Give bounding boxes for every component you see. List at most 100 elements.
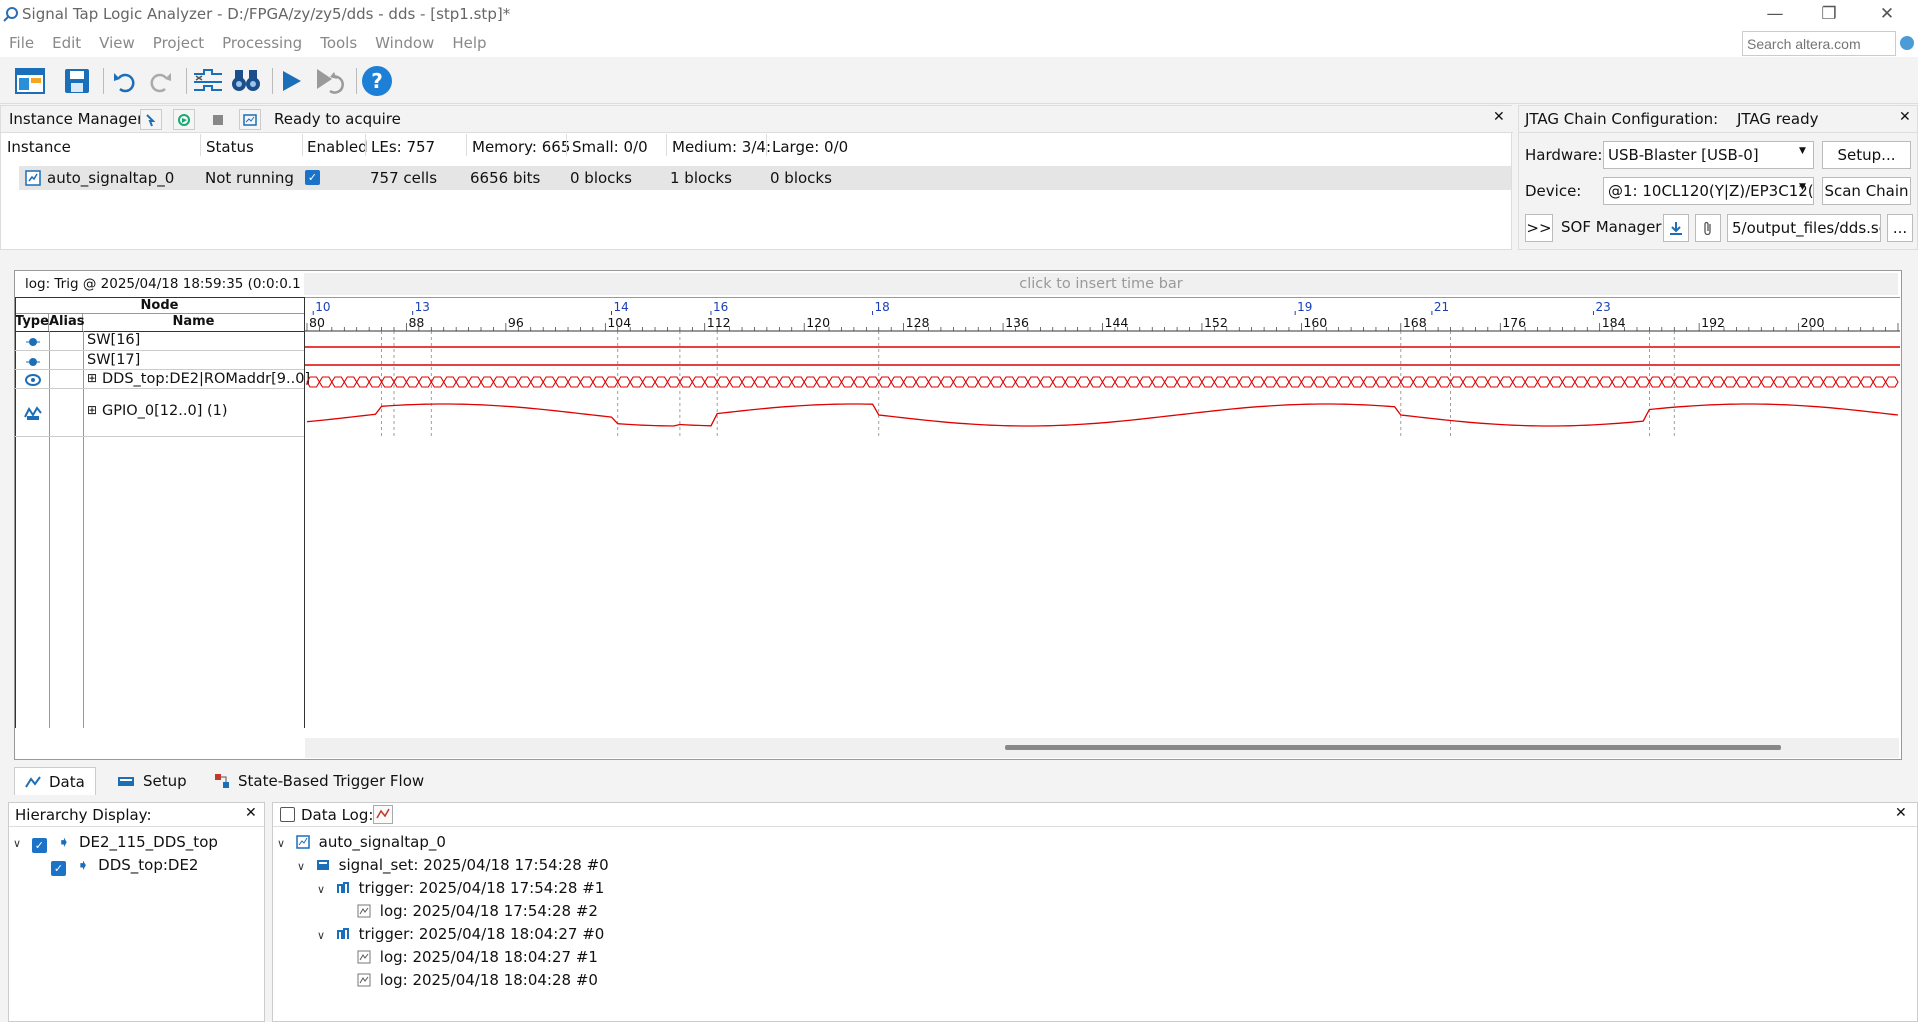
data-log-root[interactable]: ∨ auto_signaltap_0 [277,833,446,851]
expand-icon[interactable]: ⊞ [87,371,97,385]
col-status[interactable]: Status [206,138,254,156]
expand-sof-button[interactable]: >> [1525,214,1553,242]
menu-tools[interactable]: Tools [311,28,366,58]
menu-project[interactable]: Project [144,28,213,58]
attach-sof-icon[interactable] [1695,214,1721,242]
insert-time-bar[interactable]: click to insert time bar [304,273,1898,295]
trigger-item[interactable]: ∨ trigger: 2025/04/18 17:54:28 #1 [317,879,604,897]
hierarchy-item[interactable]: ∨ ✓ ➧ DE2_115_DDS_top [13,833,218,853]
horizontal-scrollbar[interactable] [305,738,1899,758]
chevron-down-icon[interactable]: ▼ [1799,182,1806,192]
data-log-checkbox[interactable] [280,807,295,822]
signal-row[interactable]: SW[17] [15,351,304,370]
col-enabled[interactable]: Enabled [307,138,368,156]
hierarchy-checkbox[interactable]: ✓ [51,861,66,876]
find-icon[interactable] [229,65,263,97]
menu-window[interactable]: Window [366,28,443,58]
instance-row[interactable]: auto_signaltap_0 Not running ✓ 757 cells… [19,166,1511,190]
expand-icon[interactable]: ⊞ [87,403,97,417]
title-bar: Signal Tap Logic Analyzer - D:/FPGA/zy/z… [0,0,1918,28]
hierarchy-item[interactable]: ✓ ➧ DDS_top:DE2 [51,856,198,876]
waveform-view[interactable]: 10 13 14 16 18 19 21 23 80 88 96 104 112 120 128 136 144… [305,297,1900,437]
restore-button[interactable]: ❐ [1806,0,1852,28]
hardware-select[interactable]: USB-Blaster [USB-0] [1603,141,1814,169]
log-icon [357,973,371,987]
tab-state-based-trigger-flow[interactable]: State-Based Trigger Flow [204,767,434,795]
hierarchy-checkbox[interactable]: ✓ [31,838,47,853]
browse-sof-button[interactable]: ... [1887,214,1913,242]
run-analysis-icon[interactable] [274,65,308,97]
data-log-options-icon[interactable] [373,805,393,824]
save-icon[interactable] [60,65,94,97]
tab-setup[interactable]: Setup [107,767,197,795]
instance-enabled-checkbox[interactable]: ✓ [305,170,320,185]
rom-bus-cell [1176,376,1191,388]
menu-help[interactable]: Help [443,28,495,58]
instance-manager-label: Instance Manager: [9,110,149,128]
help-icon[interactable]: ? [360,65,394,97]
rom-bus-cell [890,376,905,388]
minimize-button[interactable]: — [1752,0,1798,28]
rom-bus-cell [815,376,830,388]
sof-file-input[interactable]: 5/output_files/dds.sof [1727,214,1881,242]
close-jtag-button[interactable]: ✕ [1899,109,1911,125]
autorun-icon[interactable] [314,65,348,97]
chevron-down-icon[interactable]: ∨ [317,929,325,942]
redo-icon[interactable] [144,65,178,97]
trigger-item[interactable]: ∨ trigger: 2025/04/18 18:04:27 #0 [317,925,604,943]
col-large[interactable]: Large: 0/0 [772,138,848,156]
undo-icon[interactable] [107,65,141,97]
close-data-log-button[interactable]: ✕ [1895,805,1907,821]
rom-bus-cell [1251,376,1265,388]
signal-row[interactable]: ⊞ DDS_top:DE2|ROMaddr[9..0] [15,370,310,389]
menu-file[interactable]: File [0,28,43,58]
search-input[interactable] [1742,31,1896,56]
stop-instance-icon[interactable] [207,109,229,130]
close-window-button[interactable]: ✕ [1864,0,1910,28]
globe-icon[interactable] [1900,36,1914,50]
scan-chain-button[interactable]: Scan Chain [1822,177,1911,205]
log-item[interactable]: log: 2025/04/18 18:04:28 #0 [357,971,598,989]
log-item[interactable]: log: 2025/04/18 17:54:28 #2 [357,902,598,920]
hierarchy-header: Hierarchy Display: ✕ [9,803,264,827]
program-device-icon[interactable] [1663,214,1689,242]
signal-row[interactable]: ⊞ GPIO_0[12..0] (1) [15,389,304,437]
chevron-down-icon[interactable]: ∨ [13,837,21,850]
rom-bus-cell [480,376,495,388]
chevron-down-icon[interactable]: ∨ [317,883,325,896]
menu-edit[interactable]: Edit [43,28,90,58]
chevron-down-icon[interactable]: ∨ [297,860,305,873]
instance-manager-icon[interactable] [13,65,47,97]
menu-processing[interactable]: Processing [213,28,311,58]
setup-button[interactable]: Setup... [1822,141,1911,169]
jtag-panel: JTAG Chain Configuration: JTAG ready ✕ H… [1518,105,1918,250]
read-data-icon[interactable] [239,109,261,130]
chevron-down-icon[interactable]: ∨ [277,837,285,850]
trigger-icon [336,882,349,893]
signal-set-item[interactable]: ∨ signal_set: 2025/04/18 17:54:28 #0 [297,856,609,874]
menu-view[interactable]: View [90,28,144,58]
col-small[interactable]: Small: 0/0 [572,138,648,156]
close-hierarchy-button[interactable]: ✕ [245,805,257,821]
rom-bus-cell [1760,376,1775,388]
col-instance[interactable]: Instance [7,138,71,156]
add-instance-icon[interactable] [140,109,162,130]
rom-bus-cell [1300,376,1315,388]
signal-row[interactable]: SW[16] [15,331,304,351]
tab-data[interactable]: Data [14,767,96,795]
rom-bus-cell [1586,376,1601,388]
scrollbar-thumb[interactable] [1005,745,1781,750]
col-les[interactable]: LEs: 757 [371,138,435,156]
node-finder-icon[interactable] [191,65,225,97]
rom-bus-cell [1574,376,1588,388]
col-memory[interactable]: Memory: 665 [472,138,570,156]
instance-large: 0 blocks [770,169,832,187]
alias-header: Alias [49,314,85,331]
trigger-flow-tab-icon [215,774,229,788]
col-medium[interactable]: Medium: 3/4: [672,138,771,156]
chevron-down-icon[interactable]: ▼ [1799,146,1806,156]
device-select[interactable]: @1: 10CL120(Y|Z)/EP3C12( [1603,177,1814,205]
autorun-instance-icon[interactable] [173,109,195,130]
close-instance-manager-button[interactable]: ✕ [1493,109,1505,125]
log-item[interactable]: log: 2025/04/18 18:04:27 #1 [357,948,598,966]
